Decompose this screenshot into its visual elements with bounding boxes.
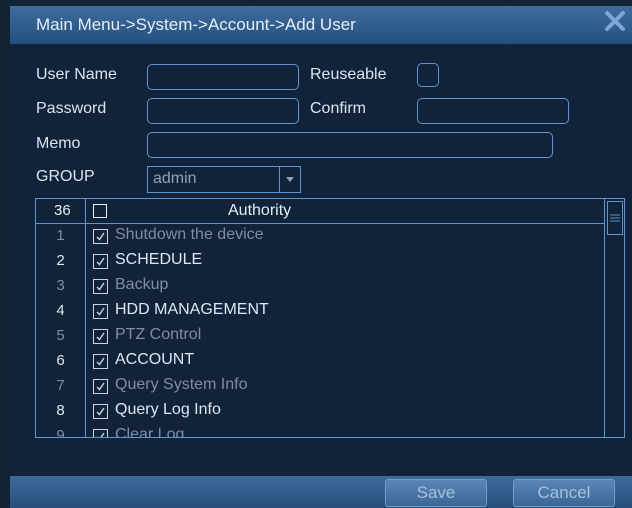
authority-checkbox[interactable] [93,279,108,294]
authority-checkbox[interactable] [93,354,108,369]
row-number: 5 [56,327,65,344]
authority-label: Backup [115,276,169,293]
cancel-button[interactable]: Cancel [513,479,615,507]
check-icon [96,407,105,416]
authority-checkbox[interactable] [93,379,108,394]
row-number: 6 [56,352,65,369]
dialog-footer: Save Cancel [10,476,632,508]
authority-checkbox[interactable] [93,429,108,437]
authority-label: PTZ Control [115,326,202,343]
check-icon [96,332,105,341]
authority-scrollbar[interactable] [604,199,624,437]
authority-label: Query System Info [115,376,248,393]
user-name-label: User Name [36,66,117,83]
authority-checkbox[interactable] [93,329,108,344]
authority-list: 36 Authority 1 Shutdown the device 2 SCHEDU… [35,198,625,438]
row-number: 4 [56,302,65,319]
row-number: 2 [56,252,65,269]
authority-row[interactable]: 2 SCHEDULE [36,249,604,274]
confirm-input[interactable] [417,98,569,124]
check-icon [96,257,105,266]
authority-header: Authority [228,202,292,219]
title-bar: Main Menu->System->Account->Add User [10,6,632,44]
row-number: 8 [56,402,65,419]
chevron-down-icon[interactable] [279,167,300,192]
authority-row[interactable]: 8 Query Log Info [36,399,604,424]
authority-list-header: 36 Authority [36,199,604,224]
password-input[interactable] [147,98,299,124]
authority-label: ACCOUNT [115,351,195,368]
row-number: 9 [56,427,65,438]
memo-label: Memo [36,135,81,152]
authority-row[interactable]: 4 HDD MANAGEMENT [36,299,604,324]
check-icon [96,357,105,366]
group-label: GROUP [36,168,95,185]
authority-row[interactable]: 7 Query System Info [36,374,604,399]
authority-row[interactable]: 6 ACCOUNT [36,349,604,374]
authority-row[interactable]: 5 PTZ Control [36,324,604,349]
memo-input[interactable] [147,132,553,158]
authority-label: Shutdown the device [115,226,264,243]
authority-row[interactable]: 1 Shutdown the device [36,224,604,249]
confirm-label: Confirm [310,100,367,117]
authority-checkbox[interactable] [93,229,108,244]
authority-row[interactable]: 9 Clear Log [36,424,604,438]
close-icon[interactable] [604,10,626,32]
authority-checkbox[interactable] [93,254,108,269]
reuseable-label: Reuseable [310,66,387,83]
save-button[interactable]: Save [385,479,487,507]
check-icon [96,382,105,391]
authority-checkbox[interactable] [93,404,108,419]
check-icon [97,432,105,437]
row-number: 7 [56,377,65,394]
authority-label: Clear Log [115,426,185,438]
authority-row[interactable]: 3 Backup [36,274,604,299]
row-number: 3 [56,277,65,294]
group-select[interactable]: admin [147,166,301,193]
user-name-input[interactable] [147,64,299,90]
authority-label: HDD MANAGEMENT [115,301,269,318]
group-selected-value: admin [153,170,197,187]
authority-count: 36 [54,202,71,219]
authority-label: Query Log Info [115,401,221,418]
row-number: 1 [56,227,65,244]
scrollbar-thumb[interactable] [607,201,623,235]
select-all-checkbox[interactable] [93,204,107,218]
reuseable-checkbox[interactable] [417,63,439,87]
check-icon [96,282,105,291]
authority-label: SCHEDULE [115,251,203,268]
add-user-dialog: Main Menu->System->Account->Add User Use… [0,0,632,508]
authority-checkbox[interactable] [93,304,108,319]
password-label: Password [36,100,107,117]
check-icon [96,307,105,316]
dialog-title: Main Menu->System->Account->Add User [36,15,356,34]
check-icon [96,232,105,241]
authority-rows: 1 Shutdown the device 2 SCHEDULE 3 Backup 4 HDD… [36,224,604,438]
